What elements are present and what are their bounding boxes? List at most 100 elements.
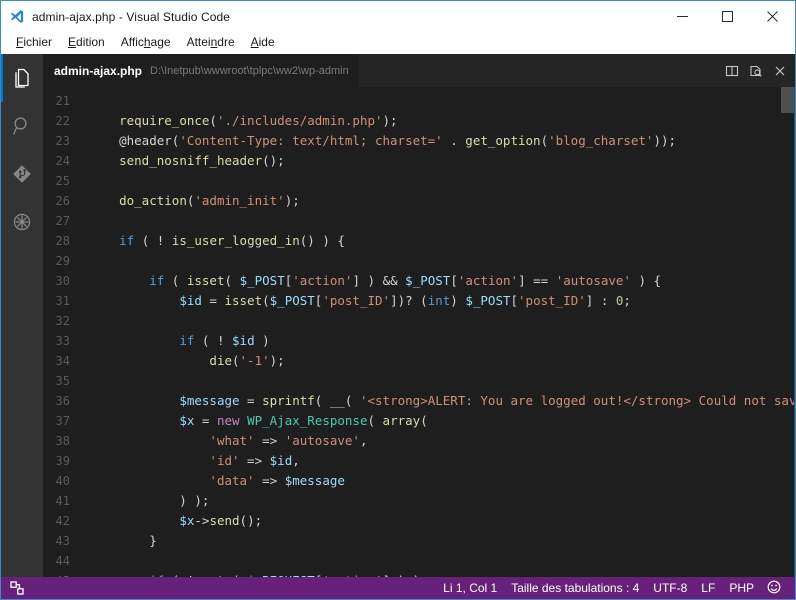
code-token: = (194, 413, 217, 428)
editor-scrollbar-thumb[interactable] (781, 87, 795, 113)
code-token: = (201, 293, 225, 308)
close-button[interactable] (750, 1, 795, 32)
code-line[interactable]: 37 $x = new WP_Ajax_Response( array( (43, 411, 795, 431)
status-bar-left (1, 577, 436, 599)
code-token: $message (284, 473, 345, 488)
close-editor-button[interactable] (769, 60, 791, 82)
code-token: => (239, 453, 270, 468)
code-line[interactable]: 43 } (43, 531, 795, 551)
feedback-button[interactable] (761, 577, 787, 599)
remote-window-button[interactable] (1, 577, 33, 599)
code-token: ); (284, 193, 300, 208)
code-token: 'Content-Type: text/html; charset=' (179, 133, 443, 148)
code-token: $_POST (465, 293, 511, 308)
code-line[interactable]: 29 (43, 251, 795, 271)
code-token: ])? ( (390, 293, 428, 308)
code-line[interactable]: 40 'data' => $message (43, 471, 795, 491)
code-token: isset (224, 293, 263, 308)
code-line[interactable]: 41 ) ); (43, 491, 795, 511)
code-line-text: if ( isset( $_POST['action'] ) && $_POST… (89, 271, 795, 291)
activity-bar (1, 54, 43, 577)
code-line-text: if ( ! $id ) (89, 331, 795, 351)
code-line[interactable]: 31 $id = isset($_POST['post_ID'])? (int)… (43, 291, 795, 311)
code-token: ( (224, 273, 240, 288)
code-token: [ (510, 293, 519, 308)
menu-label-affichage-a: Affic (120, 35, 144, 49)
code-editor[interactable]: 21 22 require_once('./includes/admin.php'… (43, 87, 795, 577)
menu-label-fichier: ichier (23, 35, 53, 49)
line-number: 36 (55, 394, 70, 408)
minimize-button[interactable] (660, 1, 705, 32)
open-changes-button[interactable] (745, 60, 767, 82)
code-token: $message (179, 393, 240, 408)
window-title: admin-ajax.php - Visual Studio Code (32, 9, 231, 24)
activity-item-explorer[interactable] (1, 54, 43, 102)
split-editor-button[interactable] (721, 60, 743, 82)
code-token: 'post_ID' (322, 293, 391, 308)
code-token: ( (314, 393, 330, 408)
status-indentation[interactable]: Taille des tabulations : 4 (504, 577, 646, 599)
code-line[interactable]: 36 $message = sprintf( __( '<strong>ALER… (43, 391, 795, 411)
code-line[interactable]: 22 require_once('./includes/admin.php'); (43, 111, 795, 131)
menu-item-affichage[interactable]: Affichage (113, 34, 179, 51)
code-token: $id (179, 293, 202, 308)
editor-vertical-scrollbar[interactable] (781, 87, 795, 577)
code-line[interactable]: 21 (43, 91, 795, 111)
code-line[interactable]: 35 (43, 371, 795, 391)
menu-label-edition: dition (76, 35, 105, 49)
code-token: is_user_logged_in (171, 233, 300, 248)
menu-item-aide[interactable]: Aide (243, 34, 283, 51)
code-line[interactable]: 23 @header('Content-Type: text/html; cha… (43, 131, 795, 151)
code-line-text (89, 311, 795, 331)
code-token: $x (179, 513, 195, 528)
code-line[interactable]: 42 $x->send(); (43, 511, 795, 531)
line-number: 37 (55, 414, 70, 428)
code-token: sprintf (262, 393, 315, 408)
code-token: ) ); (89, 493, 210, 508)
activity-item-extensions[interactable] (1, 198, 43, 246)
code-token: = (239, 393, 263, 408)
line-number: 23 (55, 134, 70, 148)
code-token: die (209, 353, 232, 368)
line-number: 31 (55, 294, 70, 308)
code-token: @header( (89, 133, 180, 148)
code-token: ] ) ) (383, 573, 421, 577)
code-token: if (149, 573, 164, 577)
menu-item-fichier[interactable]: Fichier (8, 34, 60, 51)
code-token: () ) { (299, 233, 345, 248)
line-number: 39 (55, 454, 70, 468)
code-line[interactable]: 24 send_nosniff_header(); (43, 151, 795, 171)
editor-group: admin-ajax.php D:\Inetpub\wwwroot\tplpc\… (43, 54, 795, 577)
code-line[interactable]: 26 do_action('admin_init'); (43, 191, 795, 211)
line-number: 22 (55, 114, 70, 128)
activity-item-source-control[interactable] (1, 150, 43, 198)
code-line[interactable]: 30 if ( isset( $_POST['action'] ) && $_P… (43, 271, 795, 291)
menu-item-atteindre[interactable]: Atteindre (179, 34, 243, 51)
status-encoding[interactable]: UTF-8 (646, 577, 694, 599)
code-line[interactable]: 34 die('-1'); (43, 351, 795, 371)
code-line[interactable]: 25 (43, 171, 795, 191)
code-line-text: 'what' => 'autosave', (89, 431, 795, 451)
code-line[interactable]: 45 if ( !empty( $_REQUEST['action'] ) ) (43, 571, 795, 577)
code-line[interactable]: 27 (43, 211, 795, 231)
status-cursor-position[interactable]: Li 1, Col 1 (436, 577, 504, 599)
status-language-mode[interactable]: PHP (722, 577, 761, 599)
menu-item-edition[interactable]: Edition (60, 34, 113, 51)
code-line[interactable]: 32 (43, 311, 795, 331)
code-line[interactable]: 44 (43, 551, 795, 571)
code-line[interactable]: 39 'id' => $id, (43, 451, 795, 471)
status-eol[interactable]: LF (694, 577, 722, 599)
activity-item-search[interactable] (1, 102, 43, 150)
code-line[interactable]: 28 if ( ! is_user_logged_in() ) { (43, 231, 795, 251)
code-line[interactable]: 38 'what' => 'autosave', (43, 431, 795, 451)
code-line[interactable]: 33 if ( ! $id ) (43, 331, 795, 351)
tab-label: admin-ajax.php (54, 63, 143, 78)
maximize-button[interactable] (705, 1, 750, 32)
tab-admin-ajax-php[interactable]: admin-ajax.php D:\Inetpub\wwwroot\tplpc\… (43, 54, 360, 87)
code-line-text: $x->send(); (89, 511, 795, 531)
